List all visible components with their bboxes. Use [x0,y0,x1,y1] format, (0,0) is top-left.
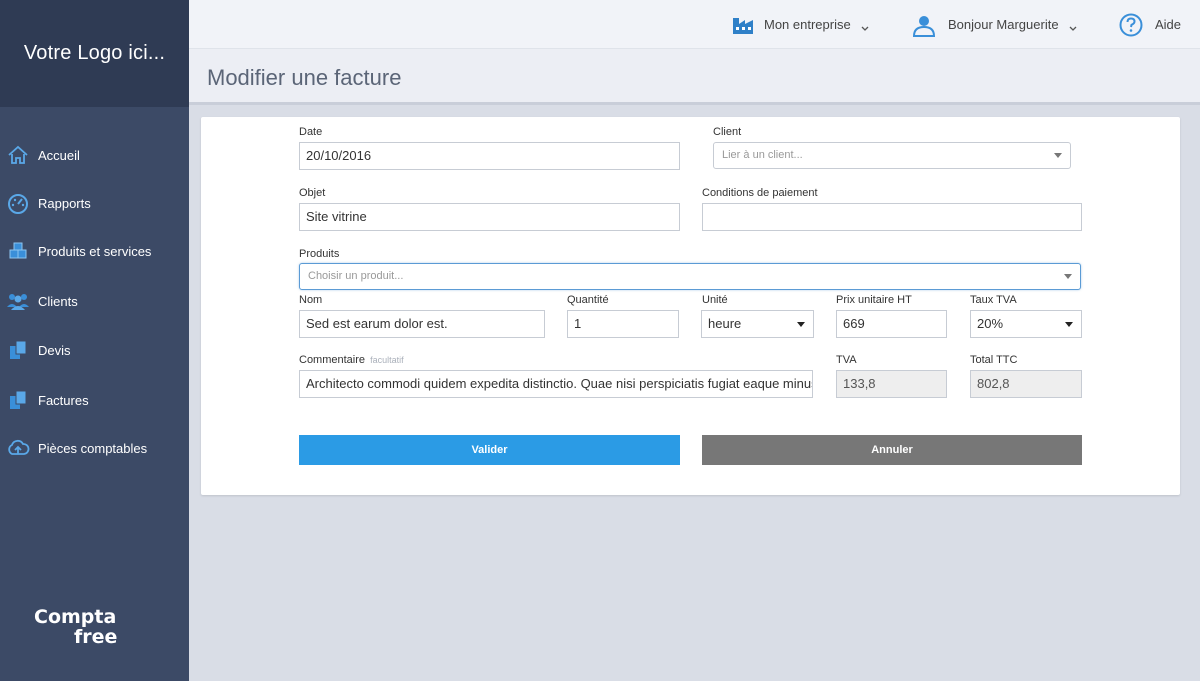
logo-text: Votre Logo ici... [23,42,166,64]
caret-down-icon [1064,274,1072,279]
prix-label: Prix unitaire HT [836,294,912,306]
prix-input[interactable]: 669 [836,310,947,338]
taux-label: Taux TVA [970,294,1017,306]
total-value: 802,8 [970,370,1082,398]
brand-line-1: Compta [34,606,117,628]
nom-label: Nom [299,294,323,306]
company-icon [732,15,754,35]
help-icon [1119,13,1143,37]
caret-down-icon [1065,322,1073,327]
help-link[interactable]: Aide [1119,0,1181,49]
sidebar-item-accueil[interactable]: Accueil [0,135,189,175]
unite-value: heure [708,316,742,331]
user-greeting: Bonjour Marguerite [948,17,1059,32]
commentaire-label: Commentaire facultatif [299,354,404,366]
sidebar-item-clients[interactable]: Clients [0,281,189,321]
sidebar-item-pieces[interactable]: Pièces comptables [0,428,189,468]
date-input[interactable]: 20/10/2016 [299,142,680,170]
conditions-label: Conditions de paiement [702,187,818,199]
caret-down-icon [797,322,805,327]
user-avatar-icon [912,13,936,37]
unite-select[interactable]: heure [701,310,814,338]
client-select[interactable]: Lier à un client... [713,142,1071,169]
sidebar-item-label: Produits et services [38,243,152,259]
brand-line-2: free [74,626,118,648]
sidebar-item-label: Devis [38,342,71,358]
optional-hint: facultatif [370,355,404,365]
quantite-input[interactable]: 1 [567,310,679,338]
title-bar: Modifier une facture [189,49,1200,105]
chevron-down-icon [861,21,869,31]
sidebar-item-label: Accueil [38,147,80,163]
caret-down-icon [1054,153,1062,158]
quantite-label: Quantité [567,294,609,306]
documents-icon [6,388,30,412]
sidebar-item-factures[interactable]: Factures [0,380,189,420]
total-label: Total TTC [970,354,1018,366]
chevron-down-icon [1069,21,1077,31]
objet-label: Objet [299,187,326,199]
logo-area: Votre Logo ici... [0,0,189,107]
tva-value: 133,8 [836,370,947,398]
sidebar-item-label: Factures [38,392,89,408]
client-label: Client [713,126,742,138]
boxes-icon [6,239,30,263]
sidebar-item-label: Pièces comptables [38,440,148,456]
brand-logo: Compta free [34,607,117,647]
product-select[interactable]: Choisir un produit... [299,263,1081,290]
documents-icon [6,338,30,362]
sidebar: Votre Logo ici... Accueil Rapports Produ… [0,0,189,681]
sidebar-item-label: Rapports [38,195,91,211]
date-label: Date [299,126,323,138]
home-icon [6,143,30,167]
conditions-input[interactable] [702,203,1082,231]
company-menu[interactable]: Mon entreprise [732,0,869,49]
commentaire-input[interactable]: Architecto commodi quidem expedita disti… [299,370,813,398]
sidebar-item-produits[interactable]: Produits et services [0,231,189,271]
sidebar-item-label: Clients [38,293,78,309]
company-label: Mon entreprise [764,17,851,32]
unite-label: Unité [702,294,728,306]
help-label: Aide [1155,17,1182,32]
produits-label: Produits [299,248,340,260]
commentaire-label-text: Commentaire [299,354,366,366]
user-menu[interactable]: Bonjour Marguerite [912,0,1077,49]
validate-button[interactable]: Valider [299,435,680,465]
invoice-form-card: Date 20/10/2016 Client Lier à un client.… [201,117,1180,495]
taux-select[interactable]: 20% [970,310,1082,338]
nom-input[interactable]: Sed est earum dolor est. [299,310,545,338]
page-title: Modifier une facture [207,65,402,90]
client-placeholder: Lier à un client... [722,149,803,161]
top-bar: Mon entreprise Bonjour Marguerite Aide [189,0,1200,49]
sidebar-item-devis[interactable]: Devis [0,330,189,370]
cancel-button[interactable]: Annuler [702,435,1082,465]
taux-value: 20% [977,316,1004,331]
objet-input[interactable]: Site vitrine [299,203,680,231]
users-icon [6,289,30,313]
cloud-upload-icon [6,436,30,460]
product-placeholder: Choisir un produit... [308,270,404,282]
dashboard-icon [6,191,30,215]
sidebar-item-rapports[interactable]: Rapports [0,183,189,223]
tva-label: TVA [836,354,857,366]
